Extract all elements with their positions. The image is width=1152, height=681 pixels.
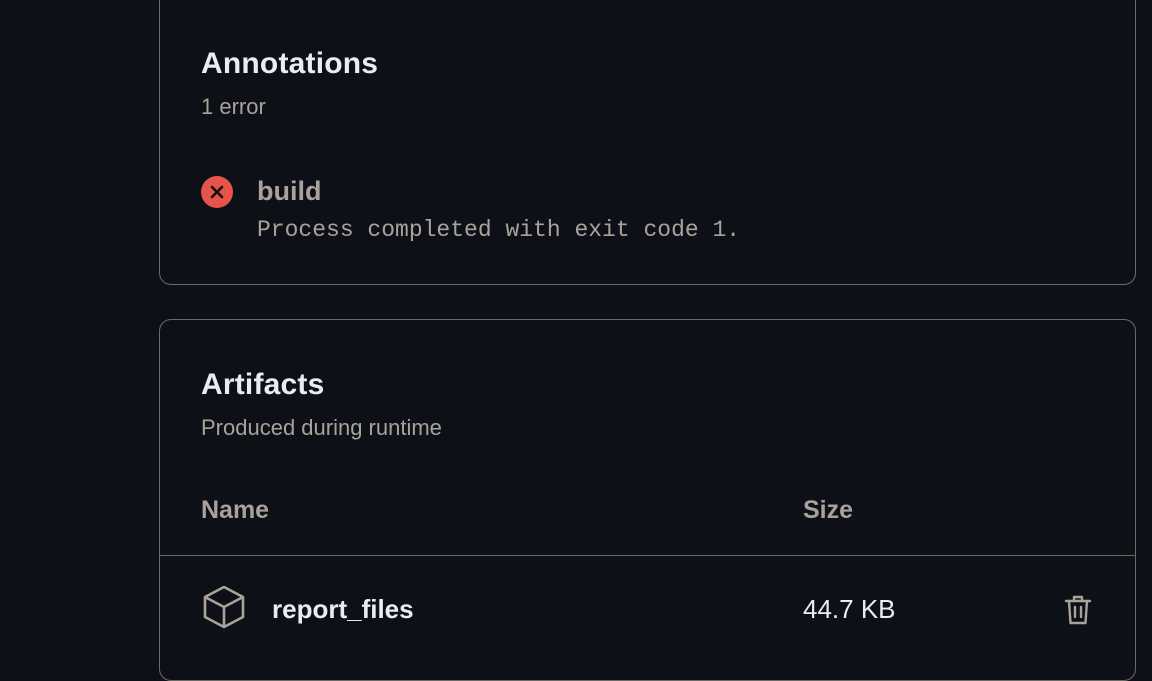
artifact-link-report-files[interactable]: report_files [272, 594, 414, 625]
annotations-card: Annotations 1 error build Process comple… [159, 0, 1136, 285]
artifacts-subtitle: Produced during runtime [201, 415, 442, 440]
artifacts-title: Artifacts [201, 368, 325, 401]
column-header-size: Size [803, 496, 854, 524]
annotation-title[interactable]: build [257, 176, 321, 207]
trash-icon [1060, 595, 1096, 632]
annotation-item[interactable]: build Process completed with exit code 1… [201, 176, 1101, 256]
artifacts-table-header: Name Size [160, 496, 1135, 556]
artifacts-card: Artifacts Produced during runtime Name S… [159, 319, 1136, 681]
annotations-count: 1 error [201, 94, 266, 119]
annotation-message: Process completed with exit code 1. [257, 217, 741, 243]
delete-artifact-button[interactable] [1060, 592, 1096, 628]
package-icon [201, 584, 247, 630]
x-circle-fill-icon [201, 176, 233, 208]
column-header-name: Name [201, 496, 270, 524]
artifact-size: 44.7 KB [803, 594, 896, 624]
table-row: report_files 44.7 KB [160, 556, 1135, 656]
annotations-title: Annotations [201, 47, 379, 80]
